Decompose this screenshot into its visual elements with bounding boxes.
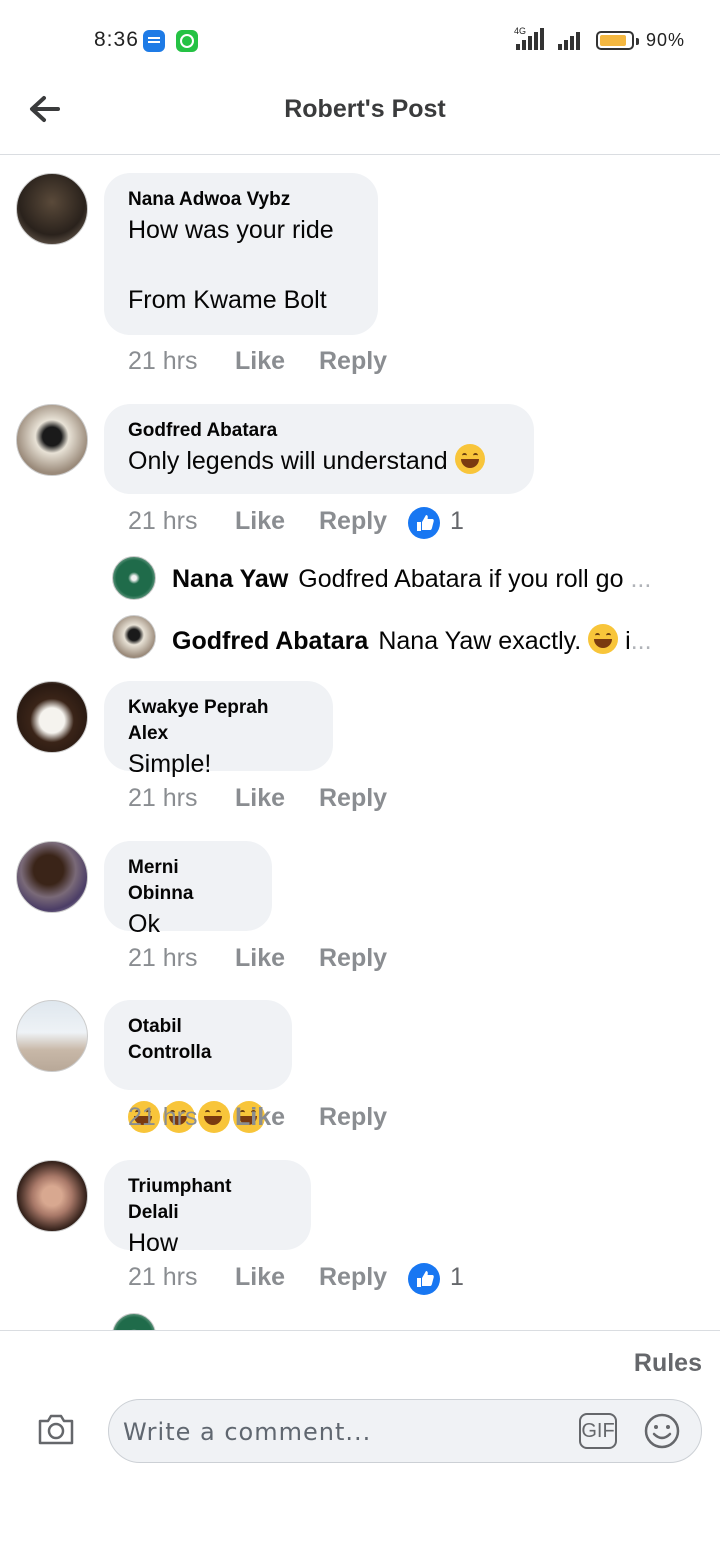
reply-preview[interactable]: Nana Yaw Godfred Abatara if you roll go .… [172,565,682,594]
grin-emoji-icon [454,444,485,474]
like-button[interactable]: Like [235,1263,285,1292]
reply-button[interactable]: Reply [319,1103,387,1132]
reply-ellipsis: ... [630,565,652,593]
comment-author[interactable]: Nana Adwoa Vybz [128,187,354,213]
comment-time: 21 hrs [128,784,198,812]
whatsapp-icon [176,30,198,52]
avatar[interactable] [16,681,88,753]
comment-bubble[interactable]: Otabil Controlla [104,1000,292,1133]
comment-text: Ok [128,910,160,938]
comment-bubble[interactable]: Nana Adwoa Vybz How was your ride From K… [104,173,378,335]
comment-time: 21 hrs [128,507,198,535]
reply-ellipsis: ... [630,627,652,655]
comment-author[interactable]: Triumphant Delali [128,1174,287,1226]
comment-bubble[interactable]: Triumphant Delali How [104,1160,311,1257]
reply-button[interactable]: Reply [319,507,387,536]
status-time: 8:36 [94,28,139,51]
avatar[interactable] [16,173,88,245]
comment-time: 21 hrs [128,944,198,972]
gif-button[interactable]: GIF [579,1413,617,1449]
reply-button[interactable]: Reply [319,944,387,973]
camera-icon[interactable] [36,1411,76,1447]
rules-link[interactable]: Rules [634,1349,702,1378]
battery-icon [596,31,639,50]
comment-bubble[interactable]: Godfred Abatara Only legends will unders… [104,404,534,494]
avatar[interactable] [112,1313,156,1330]
comment-text: Simple! [128,750,212,778]
comment-author[interactable]: Merni Obinna [128,855,248,907]
reply-text: Nana Yaw exactly. [378,627,582,655]
reply-preview[interactable]: Godfred Abatara Nana Yaw exactly. i... [172,624,682,656]
like-button[interactable]: Like [235,944,285,973]
reply-button[interactable]: Reply [319,347,387,376]
thumbs-up-icon[interactable] [408,507,440,539]
comment-author[interactable]: Kwakye Peprah Alex [128,695,309,747]
reply-author[interactable]: Nana Yaw [172,565,288,593]
grin-emoji-icon [588,624,619,654]
comment-text: How was your ride From Kwame Bolt [128,216,334,314]
reply-author[interactable]: Godfred Abatara [172,627,368,655]
signal-icon [516,28,544,50]
comment-text: Only legends will understand [128,444,510,479]
comment-time: 21 hrs [128,347,198,375]
comment-bubble[interactable]: Kwakye Peprah Alex Simple! [104,681,333,778]
reaction-count[interactable]: 1 [450,507,464,536]
rofl-emoji-icon [198,1101,230,1133]
thumbs-up-icon[interactable] [408,1263,440,1295]
comment-time: 21 hrs [128,1103,198,1131]
comment-text: How [128,1229,179,1257]
avatar[interactable] [16,404,88,476]
messages-app-icon [143,30,165,52]
avatar[interactable] [16,841,88,913]
top-bar: Robert's Post [0,80,720,155]
like-button[interactable]: Like [235,347,285,376]
reply-button[interactable]: Reply [319,1263,387,1292]
comment-author[interactable]: Godfred Abatara [128,418,510,444]
like-button[interactable]: Like [235,507,285,536]
comment-input-container[interactable]: GIF [108,1399,702,1463]
reaction-count[interactable]: 1 [450,1263,464,1292]
comment-bubble[interactable]: Merni Obinna Ok [104,841,272,938]
avatar[interactable] [16,1000,88,1072]
page-title: Robert's Post [284,95,446,123]
battery-percent: 90% [646,30,686,50]
comment-author[interactable]: Otabil Controlla [128,1014,268,1066]
comment-composer: Rules GIF [0,1330,720,1561]
signal-icon-sim2 [558,32,580,50]
like-button[interactable]: Like [235,1103,285,1132]
like-button[interactable]: Like [235,784,285,813]
avatar[interactable] [16,1160,88,1232]
reply-button[interactable]: Reply [319,784,387,813]
avatar[interactable] [112,615,156,659]
comment-list[interactable]: Nana Adwoa Vybz How was your ride From K… [0,155,720,1330]
reply-text: Godfred Abatara if you roll go [298,565,624,593]
comment-input[interactable] [121,1410,565,1454]
comment-time: 21 hrs [128,1263,198,1291]
avatar[interactable] [112,556,156,600]
emoji-picker-icon[interactable] [643,1412,681,1450]
status-bar: 8:36 4G 90% [0,0,720,80]
